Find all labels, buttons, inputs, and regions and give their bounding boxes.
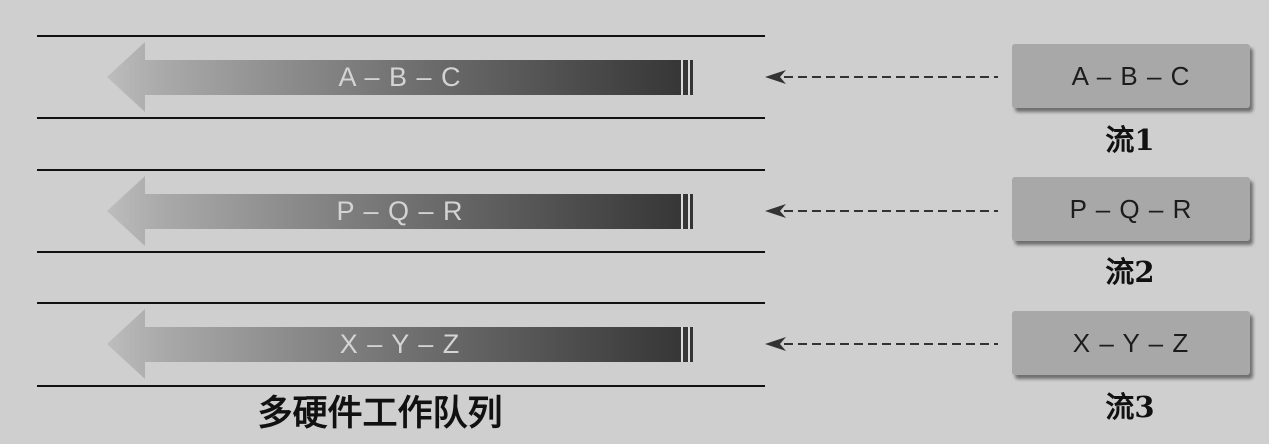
queue-arrow-2: P – Q – R: [107, 176, 693, 246]
queue-3-content: X – Y – Z: [339, 329, 461, 359]
queue-1-content: A – B – C: [338, 62, 462, 92]
stream-3-content: X – Y – Z: [1072, 327, 1190, 358]
queue-end-marks: [681, 60, 690, 95]
stream-box-2: P – Q – R: [1012, 177, 1250, 241]
queue-end-marks: [681, 194, 690, 229]
stream-label-1: 流1: [1105, 123, 1155, 157]
connector-1-arrowhead-icon: [765, 70, 786, 84]
stream-label-2: 流2: [1105, 255, 1155, 289]
stream-box-1: A – B – C: [1012, 44, 1250, 108]
queue-caption: 多硬件工作队列: [257, 393, 503, 434]
stream-1-content: A – B – C: [1071, 60, 1191, 91]
multi-hardware-queue-diagram: A – B – C A – B – C 流1 P – Q – R P – Q –…: [0, 0, 1269, 444]
queue-arrow-1: A – B – C: [107, 42, 693, 112]
stream-2-content: P – Q – R: [1069, 193, 1193, 224]
connector-2-arrowhead-icon: [765, 204, 786, 218]
stream-box-3: X – Y – Z: [1012, 311, 1250, 375]
queue-end-marks: [681, 327, 690, 362]
queue-2-content: P – Q – R: [336, 196, 464, 226]
connector-3-arrowhead-icon: [765, 337, 786, 351]
stream-label-3: 流3: [1105, 390, 1155, 424]
queue-arrow-3: X – Y – Z: [107, 309, 693, 379]
